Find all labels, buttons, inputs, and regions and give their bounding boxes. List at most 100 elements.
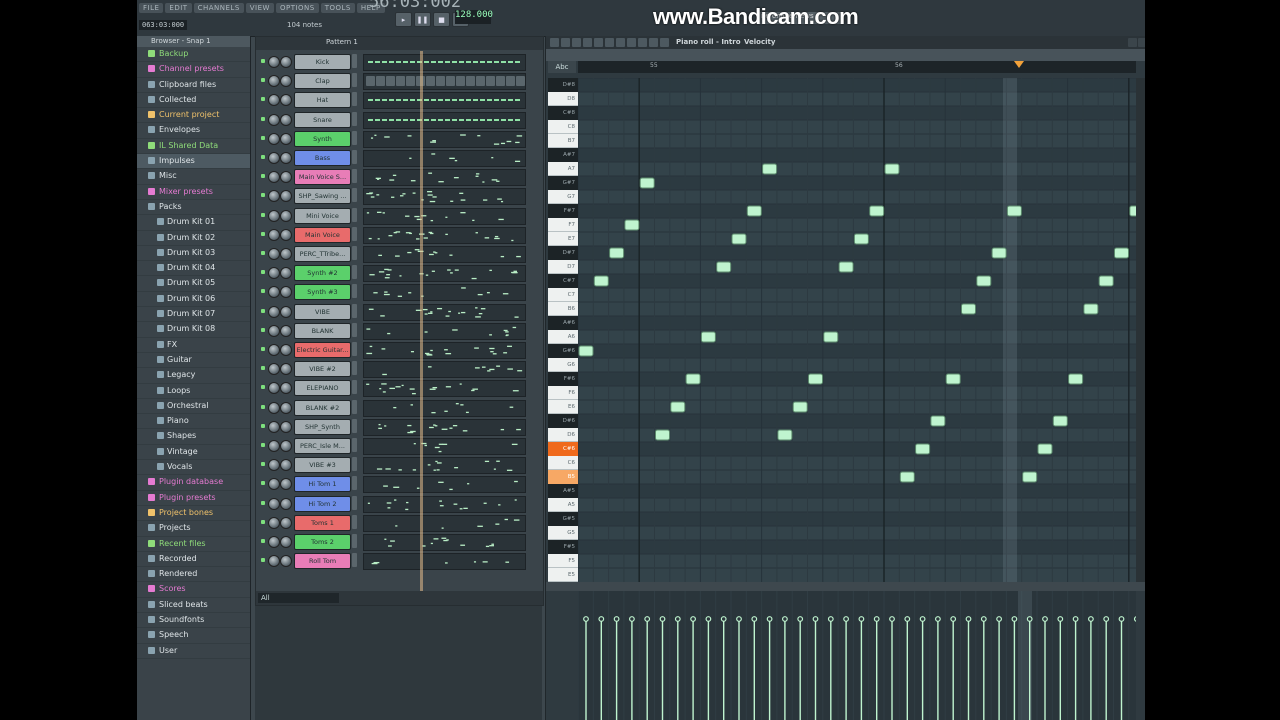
piano-key[interactable]: B6	[548, 302, 578, 316]
volume-knob[interactable]	[280, 305, 292, 318]
note[interactable]	[853, 233, 869, 245]
channel-mute-led[interactable]	[261, 500, 265, 505]
channel-name-button[interactable]: VIBE	[294, 303, 351, 320]
note[interactable]	[578, 345, 594, 357]
note[interactable]	[915, 443, 931, 455]
browser-item[interactable]: Envelopes	[137, 123, 250, 139]
channel-row[interactable]: BLANK	[256, 321, 543, 340]
channel-name-button[interactable]: Synth #3	[294, 284, 351, 301]
channel-mute-led[interactable]	[261, 423, 265, 428]
piano-key[interactable]: C#7	[548, 274, 578, 288]
channel-row[interactable]: Kick	[256, 52, 543, 71]
channel-select-indicator[interactable]	[352, 553, 357, 568]
delete-tool-icon[interactable]	[583, 38, 592, 47]
piano-key[interactable]: E5	[548, 568, 578, 582]
channel-select-indicator[interactable]	[352, 438, 357, 452]
channel-row[interactable]: Main Voice	[256, 225, 543, 244]
browser-item[interactable]: Drum Kit 07	[137, 307, 250, 323]
volume-knob[interactable]	[280, 228, 292, 241]
channel-select-indicator[interactable]	[352, 54, 357, 68]
note[interactable]	[1083, 303, 1099, 315]
browser-item[interactable]: Current project	[137, 108, 250, 124]
channel-name-button[interactable]: Kick	[294, 54, 351, 70]
piano-key[interactable]: A#6	[548, 316, 578, 330]
note[interactable]	[884, 163, 900, 175]
channel-select-indicator[interactable]	[352, 226, 357, 241]
volume-knob[interactable]	[280, 344, 292, 356]
note[interactable]	[593, 275, 609, 287]
maximize-icon[interactable]	[1128, 38, 1137, 47]
note[interactable]	[991, 247, 1007, 259]
note[interactable]	[1006, 205, 1022, 217]
brush-tool-icon[interactable]	[572, 38, 581, 47]
piano-key[interactable]: D8	[548, 92, 578, 106]
browser-item[interactable]: Vintage	[137, 445, 250, 461]
note[interactable]	[670, 401, 686, 413]
browser-item[interactable]: Mixer presets	[137, 185, 250, 200]
note[interactable]	[869, 205, 885, 217]
menu-file[interactable]: FILE	[139, 3, 164, 13]
channel-select-indicator[interactable]	[352, 495, 357, 510]
browser-item[interactable]: Clipboard files	[137, 78, 250, 93]
channel-row[interactable]: Synth #2	[256, 263, 543, 283]
browser-item[interactable]: Collected	[137, 93, 250, 109]
piano-key[interactable]: B7	[548, 134, 578, 148]
step-pad[interactable]	[486, 76, 495, 87]
tempo-display[interactable]: 128.000	[455, 10, 493, 24]
pan-knob[interactable]	[268, 478, 280, 491]
channel-row[interactable]: Toms 2	[256, 532, 543, 551]
channel-row[interactable]: VIBE #2	[256, 359, 543, 379]
pan-knob[interactable]	[268, 152, 280, 164]
channel-mute-led[interactable]	[261, 308, 265, 313]
browser-item[interactable]: Drum Kit 02	[137, 231, 250, 246]
channel-name-button[interactable]: Electric Guitar...	[294, 342, 351, 358]
channel-name-button[interactable]: Toms 1	[294, 514, 351, 531]
channel-name-button[interactable]: SHP_Synth	[294, 418, 351, 435]
piano-key[interactable]: F#6	[548, 372, 578, 386]
step-pad[interactable]	[406, 76, 415, 87]
channel-pattern-preview[interactable]	[363, 438, 526, 455]
snap-tool-icon[interactable]	[649, 38, 658, 47]
piano-key[interactable]: G#5	[548, 512, 578, 526]
volume-knob[interactable]	[280, 209, 292, 222]
note[interactable]	[930, 415, 946, 427]
pan-knob[interactable]	[268, 382, 280, 395]
volume-knob[interactable]	[280, 171, 292, 184]
channel-name-button[interactable]: Snare	[294, 111, 351, 128]
note[interactable]	[700, 331, 716, 343]
channel-row[interactable]: Mini Voice	[256, 206, 543, 225]
channel-name-button[interactable]: Bass	[294, 150, 351, 166]
timeline-ruler[interactable]: 55 56	[578, 61, 1136, 73]
browser-item[interactable]: Drum Kit 04	[137, 261, 250, 277]
browser-item[interactable]: Project bones	[137, 506, 250, 522]
browser-item[interactable]: Drum Kit 05	[137, 276, 250, 292]
note[interactable]	[1022, 471, 1038, 483]
piano-key[interactable]: D7	[548, 260, 578, 274]
channel-mute-led[interactable]	[261, 116, 265, 121]
event-editor-splitter[interactable]	[546, 582, 1145, 591]
play-pause-button[interactable]: ❚❚	[414, 12, 431, 27]
channel-row[interactable]: SHP_Sawing ...	[256, 186, 543, 206]
piano-key[interactable]: C#8	[548, 106, 578, 120]
channel-mute-led[interactable]	[261, 97, 265, 102]
channel-mute-led[interactable]	[261, 385, 265, 390]
channel-select-indicator[interactable]	[352, 380, 357, 395]
step-pad[interactable]	[366, 76, 375, 87]
piano-key[interactable]: G#7	[548, 176, 578, 190]
note[interactable]	[655, 429, 670, 441]
channel-mute-led[interactable]	[261, 289, 265, 294]
vertical-scrollbar[interactable]	[1136, 78, 1145, 582]
channel-pattern-preview[interactable]	[363, 207, 526, 225]
piano-key[interactable]: E7	[548, 232, 578, 246]
browser-item[interactable]: Loops	[137, 384, 250, 399]
channel-mute-led[interactable]	[261, 481, 265, 486]
stop-button[interactable]: ■	[433, 12, 450, 27]
channel-pattern-preview[interactable]	[363, 418, 526, 436]
volume-knob[interactable]	[280, 94, 292, 107]
note[interactable]	[1068, 373, 1084, 385]
note[interactable]	[716, 261, 732, 273]
volume-knob[interactable]	[280, 459, 292, 472]
channel-mute-led[interactable]	[261, 539, 265, 543]
slice-tool-icon[interactable]	[605, 38, 614, 47]
pan-knob[interactable]	[268, 344, 280, 356]
